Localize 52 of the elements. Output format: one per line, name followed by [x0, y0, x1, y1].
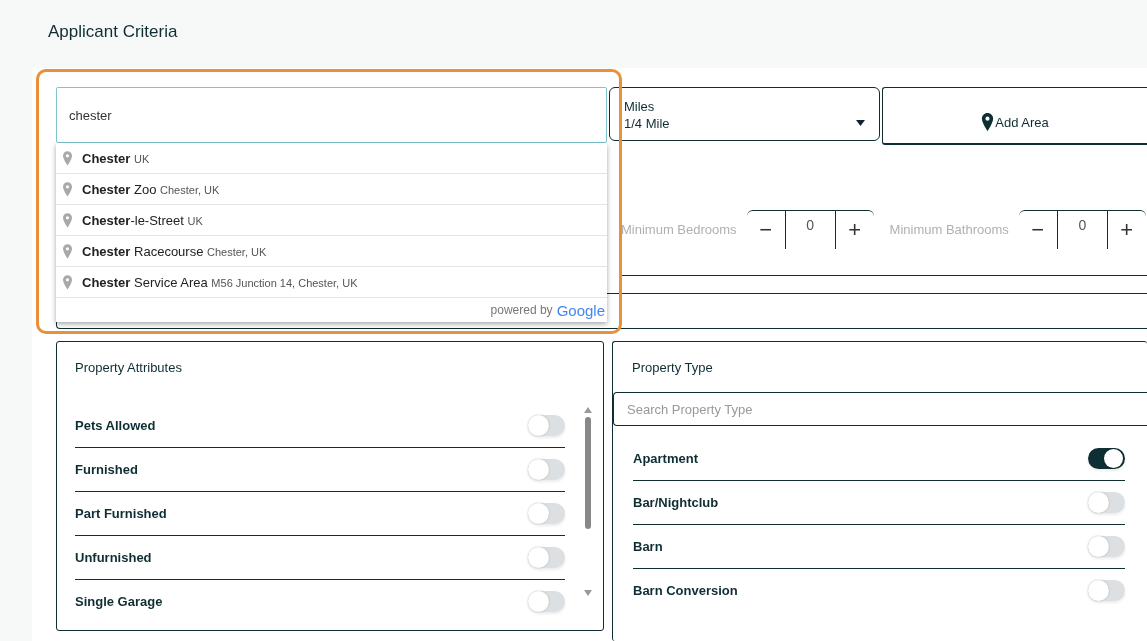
option-label: Barn	[633, 539, 663, 554]
toggle-switch[interactable]	[528, 591, 565, 612]
suggestion-text: Chester Zoo Chester, UK	[82, 181, 220, 197]
increment-button[interactable]: +	[835, 210, 874, 249]
toggle-switch[interactable]	[528, 459, 565, 480]
location-search-field[interactable]: chester	[56, 87, 607, 143]
option-label: Furnished	[75, 462, 138, 477]
stepper-label: Minimum Bedrooms	[621, 221, 737, 237]
option-label: Apartment	[633, 451, 698, 466]
suggestion-item[interactable]: Chester UK	[56, 143, 607, 174]
toggle-switch[interactable]	[1088, 536, 1125, 557]
suggestion-text: Chester-le-Street UK	[82, 212, 203, 228]
pin-icon	[63, 243, 72, 259]
decrement-button[interactable]: −	[746, 210, 785, 249]
suggestion-text: Chester Racecourse Chester, UK	[82, 243, 267, 259]
toggle-switch[interactable]	[1088, 448, 1125, 469]
miles-select[interactable]: Miles 1/4 Mile	[609, 87, 880, 141]
pin-icon	[63, 212, 72, 228]
suggestion-text: Chester Service Area M56 Junction 14, Chester, UK	[82, 274, 358, 290]
suggestion-item[interactable]: Chester Service Area M56 Junction 14, Chester, UK	[56, 267, 607, 298]
option-label: Pets Allowed	[75, 418, 156, 433]
pin-icon	[63, 181, 72, 197]
pin-icon	[981, 113, 995, 131]
option-label: Single Garage	[75, 594, 163, 609]
toggle-switch[interactable]	[528, 547, 565, 568]
panel-title: Property Attributes	[75, 360, 183, 375]
suggestion-item[interactable]: Chester Racecourse Chester, UK	[56, 236, 607, 267]
suggestion-item[interactable]: Chester-le-Street UK	[56, 205, 607, 236]
property-type-search-field[interactable]: Search Property Type	[613, 392, 1147, 426]
option-label: Bar/Nightclub	[633, 495, 719, 510]
panel-title: Property Type	[632, 360, 714, 375]
pin-icon	[63, 274, 72, 290]
pin-icon	[63, 150, 72, 166]
caret-icon	[855, 120, 865, 126]
add-area-button[interactable]: Add Area	[881, 87, 1147, 145]
stepper-value: 0	[1056, 210, 1108, 249]
option-label: Barn Conversion	[633, 583, 738, 598]
toggle-switch[interactable]	[1088, 580, 1125, 601]
toggle-switch[interactable]	[1088, 492, 1125, 513]
stepper-label: Minimum Bathrooms	[889, 221, 1009, 237]
powered-by-text: powered by	[490, 303, 553, 317]
page-title: Applicant Criteria	[48, 22, 178, 42]
option-label: Unfurnished	[75, 550, 152, 565]
increment-button[interactable]: +	[1107, 210, 1146, 249]
decrement-button[interactable]: −	[1018, 210, 1057, 249]
toggle-switch[interactable]	[528, 415, 565, 436]
google-logo: Google	[556, 301, 605, 319]
option-label: Part Furnished	[75, 506, 167, 521]
toggle-switch[interactable]	[528, 503, 565, 524]
stepper-value: 0	[784, 210, 836, 249]
suggestion-text: Chester UK	[82, 150, 150, 166]
suggestion-item[interactable]: Chester Zoo Chester, UK	[56, 174, 607, 205]
